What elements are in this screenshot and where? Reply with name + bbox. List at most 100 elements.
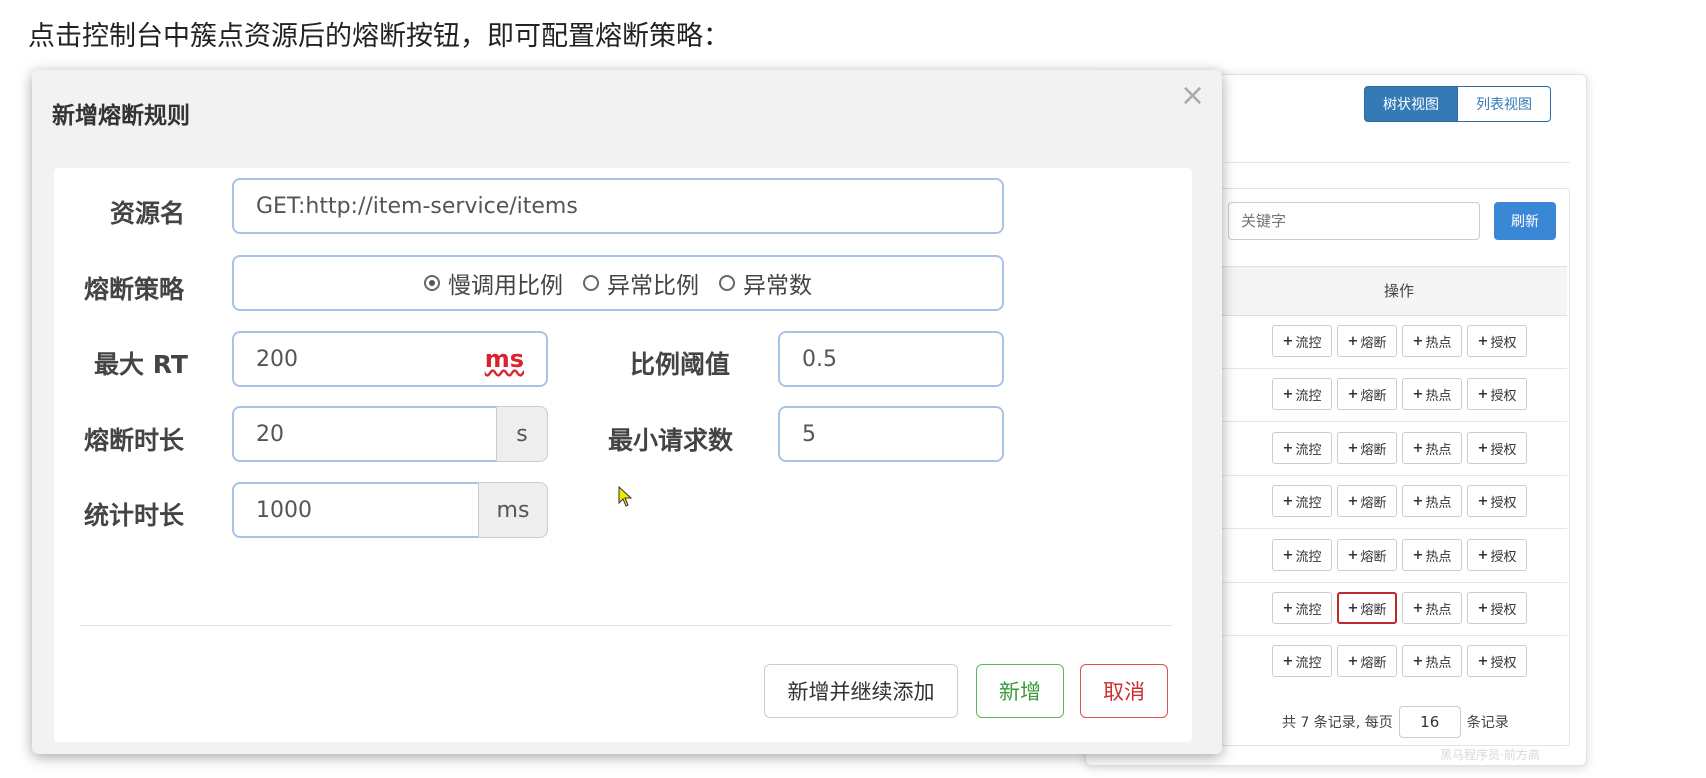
min-requests-value: 5 (802, 421, 816, 447)
op-button-label: 熔断 (1360, 495, 1387, 511)
radio-label: 异常数 (743, 273, 812, 299)
op-button-flow-control[interactable]: + 流控 (1272, 432, 1332, 464)
list-view-button[interactable]: 列表视图 (1458, 86, 1551, 122)
op-button-authority[interactable]: + 授权 (1467, 432, 1527, 464)
table-row: + 流控 + 熔断 + 热点 + 授权 (1272, 378, 1527, 410)
row-divider (1219, 528, 1567, 529)
op-button-hotspot[interactable]: + 热点 (1402, 432, 1462, 464)
op-button-flow-control[interactable]: + 流控 (1272, 539, 1332, 571)
op-button-flow-control[interactable]: + 流控 (1272, 325, 1332, 357)
mouse-cursor-icon (618, 486, 633, 507)
cancel-button[interactable]: 取消 (1080, 664, 1168, 718)
op-button-flow-control[interactable]: + 流控 (1272, 378, 1332, 410)
max-rt-field[interactable]: 200 ms (232, 331, 548, 387)
plus-icon: + (1347, 653, 1359, 669)
op-button-circuit-breaker[interactable]: + 熔断 (1337, 378, 1397, 410)
tree-view-button[interactable]: 树状视图 (1364, 86, 1458, 122)
break-duration-label: 熔断时长 (84, 426, 185, 455)
plus-icon: + (1412, 600, 1424, 616)
stat-duration-field[interactable]: 1000 (232, 482, 480, 538)
op-button-hotspot[interactable]: + 热点 (1402, 325, 1462, 357)
dialog-title: 新增熔断规则 (52, 103, 190, 129)
resource-name-value: GET:http://item-service/items (256, 193, 578, 219)
op-button-authority[interactable]: + 授权 (1467, 645, 1527, 677)
op-button-hotspot[interactable]: + 热点 (1402, 539, 1462, 571)
plus-icon: + (1477, 547, 1489, 563)
break-duration-unit: s (496, 406, 548, 462)
plus-icon: + (1347, 386, 1359, 402)
op-button-circuit-breaker[interactable]: + 熔断 (1337, 645, 1397, 677)
row-divider (1219, 582, 1567, 583)
op-button-label: 授权 (1490, 388, 1517, 404)
op-button-authority[interactable]: + 授权 (1467, 325, 1527, 357)
add-button[interactable]: 新增 (976, 664, 1064, 718)
page-size-input[interactable]: 16 (1398, 706, 1461, 738)
op-button-hotspot[interactable]: + 热点 (1402, 485, 1462, 517)
op-button-circuit-breaker[interactable]: + 熔断 (1337, 539, 1397, 571)
op-button-authority[interactable]: + 授权 (1467, 592, 1527, 624)
plus-icon: + (1282, 333, 1294, 349)
op-button-circuit-breaker[interactable]: + 熔断 (1337, 485, 1397, 517)
radio-slow-ratio[interactable]: 慢调用比例 (424, 266, 563, 300)
op-button-label: 熔断 (1360, 549, 1387, 565)
op-button-label: 流控 (1295, 602, 1322, 618)
op-button-label: 流控 (1295, 495, 1322, 511)
op-button-flow-control[interactable]: + 流控 (1272, 592, 1332, 624)
refresh-button[interactable]: 刷新 (1494, 202, 1556, 240)
op-button-circuit-breaker[interactable]: + 熔断 (1337, 325, 1397, 357)
plus-icon: + (1477, 440, 1489, 456)
stat-duration-value: 1000 (256, 497, 312, 523)
plus-icon: + (1412, 653, 1424, 669)
plus-icon: + (1347, 600, 1359, 616)
op-button-label: 热点 (1425, 549, 1452, 565)
radio-error-count[interactable]: 异常数 (719, 266, 812, 300)
close-icon[interactable]: × (1180, 78, 1205, 113)
op-button-authority[interactable]: + 授权 (1467, 378, 1527, 410)
plus-icon: + (1347, 333, 1359, 349)
op-button-authority[interactable]: + 授权 (1467, 539, 1527, 571)
op-button-hotspot[interactable]: + 热点 (1402, 592, 1462, 624)
op-button-label: 流控 (1295, 388, 1322, 404)
stat-duration-label: 统计时长 (84, 501, 185, 530)
op-button-label: 熔断 (1360, 602, 1387, 618)
watermark: 黑马程序员·前方高 (1440, 748, 1540, 762)
op-button-label: 授权 (1490, 495, 1517, 511)
op-button-label: 流控 (1295, 549, 1322, 565)
plus-icon: + (1282, 386, 1294, 402)
op-button-flow-control[interactable]: + 流控 (1272, 645, 1332, 677)
table-row: + 流控 + 熔断 + 热点 + 授权 (1272, 325, 1527, 357)
resource-name-field[interactable]: GET:http://item-service/items (232, 178, 1004, 234)
row-divider (1219, 635, 1567, 636)
keyword-search-input[interactable] (1228, 202, 1480, 240)
radio-unchecked-icon (583, 275, 599, 291)
radio-error-ratio[interactable]: 异常比例 (583, 266, 699, 300)
op-button-hotspot[interactable]: + 热点 (1402, 645, 1462, 677)
plus-icon: + (1477, 600, 1489, 616)
op-button-label: 热点 (1425, 655, 1452, 671)
pagination: 共 7 条记录, 每页 16 条记录 (1282, 706, 1509, 738)
plus-icon: + (1477, 493, 1489, 509)
add-and-continue-button[interactable]: 新增并继续添加 (764, 664, 958, 718)
plus-icon: + (1412, 547, 1424, 563)
view-toggle: 树状视图 列表视图 (1364, 86, 1551, 122)
op-button-hotspot[interactable]: + 热点 (1402, 378, 1462, 410)
ratio-threshold-field[interactable]: 0.5 (778, 331, 1004, 387)
op-button-flow-control[interactable]: + 流控 (1272, 485, 1332, 517)
op-button-authority[interactable]: + 授权 (1467, 485, 1527, 517)
op-button-label: 热点 (1425, 602, 1452, 618)
plus-icon: + (1282, 440, 1294, 456)
break-duration-field[interactable]: 20 (232, 406, 498, 462)
op-button-circuit-breaker[interactable]: + 熔断 (1337, 432, 1397, 464)
table-row: + 流控 + 熔断 + 热点 + 授权 (1272, 539, 1527, 571)
op-button-label: 热点 (1425, 442, 1452, 458)
op-button-label: 熔断 (1360, 335, 1387, 351)
op-button-circuit-breaker[interactable]: + 熔断 (1337, 592, 1397, 624)
op-button-label: 授权 (1490, 335, 1517, 351)
plus-icon: + (1412, 386, 1424, 402)
plus-icon: + (1347, 493, 1359, 509)
radio-unchecked-icon (719, 275, 735, 291)
table-row: + 流控 + 熔断 + 热点 + 授权 (1272, 645, 1527, 677)
min-requests-field[interactable]: 5 (778, 406, 1004, 462)
plus-icon: + (1477, 653, 1489, 669)
op-button-label: 流控 (1295, 335, 1322, 351)
